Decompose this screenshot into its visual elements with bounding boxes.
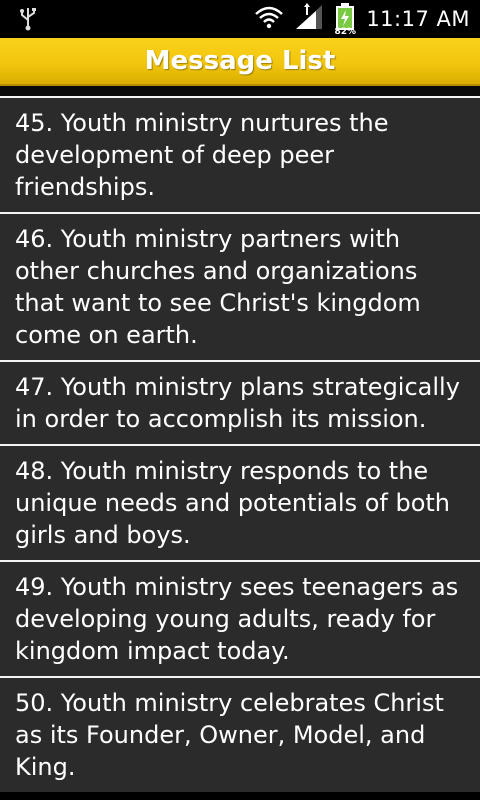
list-item-text: 48. Youth ministry responds to the uniqu… xyxy=(15,457,451,549)
wifi-icon xyxy=(254,5,284,33)
list-item-text: 47. Youth ministry plans strategically i… xyxy=(15,373,460,433)
list-item-text: 46. Youth ministry partners with other c… xyxy=(15,225,421,349)
list-item-text: 45. Youth ministry nurtures the developm… xyxy=(15,109,389,201)
message-list[interactable]: 45. Youth ministry nurtures the developm… xyxy=(0,86,480,800)
title-bar: Message List xyxy=(0,38,480,86)
list-item[interactable]: 49. Youth ministry sees teenagers as dev… xyxy=(0,560,480,676)
list-item[interactable]: 45. Youth ministry nurtures the developm… xyxy=(0,96,480,212)
usb-icon xyxy=(16,6,40,32)
list-item[interactable]: 46. Youth ministry partners with other c… xyxy=(0,212,480,360)
list-item-text: 50. Youth ministry celebrates Christ as … xyxy=(15,689,444,781)
status-bar: 82% 11:17 AM xyxy=(0,0,480,38)
battery-charging-icon: 82% xyxy=(334,3,357,37)
list-item[interactable]: 47. Youth ministry plans strategically i… xyxy=(0,360,480,444)
list-item-text: 49. Youth ministry sees teenagers as dev… xyxy=(15,573,459,665)
list-top-spacer xyxy=(0,86,480,96)
list-item[interactable]: 48. Youth ministry responds to the uniqu… xyxy=(0,444,480,560)
signal-icon xyxy=(294,3,324,35)
battery-percent: 82% xyxy=(334,27,357,37)
status-icons: 82% 11:17 AM xyxy=(254,0,470,38)
list-item[interactable]: 50. Youth ministry celebrates Christ as … xyxy=(0,676,480,792)
page-title: Message List xyxy=(144,46,336,76)
status-time: 11:17 AM xyxy=(366,7,470,31)
